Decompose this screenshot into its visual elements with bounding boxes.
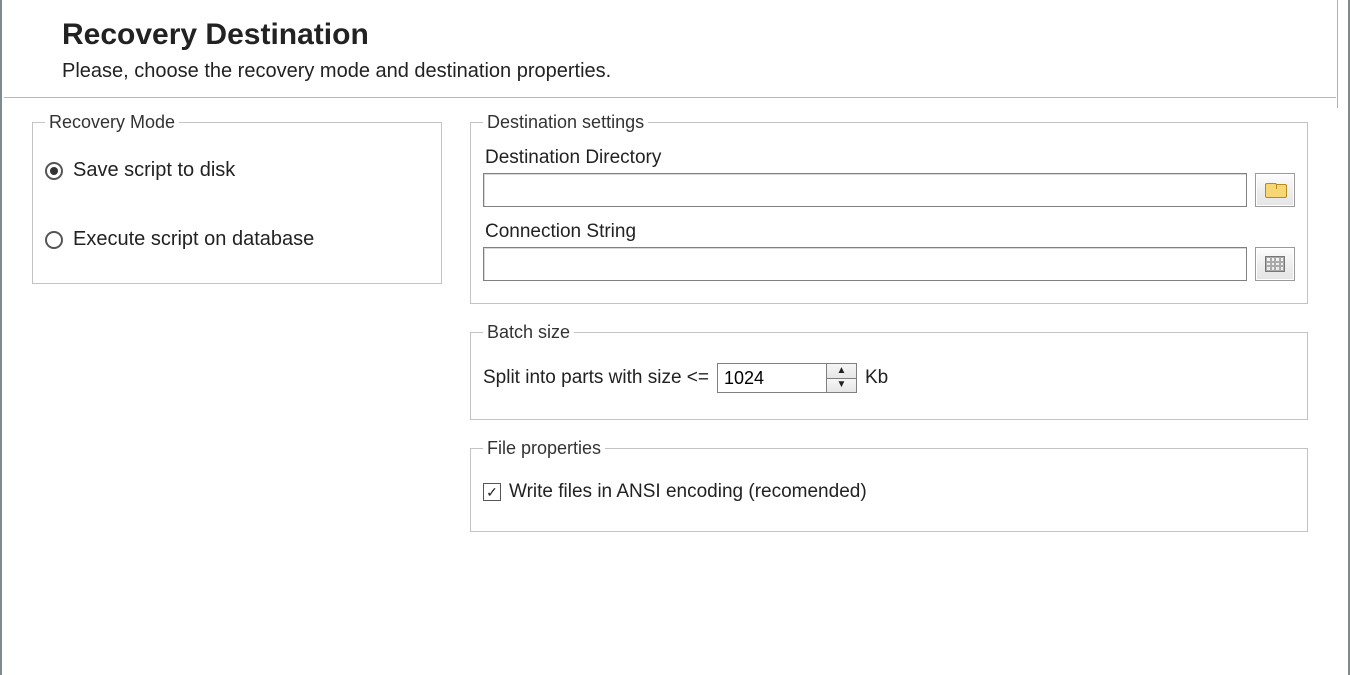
file-properties-legend: File properties: [483, 438, 605, 459]
radio-label: Execute script on database: [73, 228, 314, 251]
destination-directory-input[interactable]: [483, 173, 1247, 207]
radio-save-script-to-disk[interactable]: Save script to disk: [45, 159, 429, 182]
checkbox-icon: ✓: [483, 483, 501, 501]
radio-execute-on-database[interactable]: Execute script on database: [45, 228, 429, 251]
spinner-down-button[interactable]: ▼: [827, 378, 856, 393]
page-title: Recovery Destination: [62, 18, 1348, 52]
radio-label: Save script to disk: [73, 159, 235, 182]
recovery-mode-group: Recovery Mode Save script to disk Execut…: [32, 112, 442, 284]
connection-string-label: Connection String: [485, 221, 1295, 243]
connection-builder-button[interactable]: [1255, 247, 1295, 281]
radio-icon: [45, 162, 63, 180]
batch-unit-label: Kb: [865, 367, 888, 389]
folder-icon: [1265, 183, 1285, 198]
page-subtitle: Please, choose the recovery mode and des…: [62, 60, 1348, 83]
destination-directory-row: [483, 173, 1295, 207]
ansi-encoding-label: Write files in ANSI encoding (recomended…: [509, 481, 867, 503]
wizard-panel: Recovery Destination Please, choose the …: [0, 0, 1350, 675]
destination-settings-group: Destination settings Destination Directo…: [470, 112, 1308, 304]
connection-string-input[interactable]: [483, 247, 1247, 281]
recovery-mode-legend: Recovery Mode: [45, 112, 179, 133]
connection-string-row: [483, 247, 1295, 281]
batch-size-input[interactable]: [718, 364, 826, 392]
file-properties-group: File properties ✓ Write files in ANSI en…: [470, 438, 1308, 532]
content-area: Recovery Mode Save script to disk Execut…: [2, 98, 1348, 550]
batch-line: Split into parts with size <= ▲ ▼ Kb: [483, 357, 1295, 399]
batch-size-group: Batch size Split into parts with size <=…: [470, 322, 1308, 420]
batch-prefix-text: Split into parts with size <=: [483, 367, 709, 389]
batch-size-legend: Batch size: [483, 322, 574, 343]
grid-icon: [1265, 256, 1285, 272]
left-column: Recovery Mode Save script to disk Execut…: [32, 112, 442, 302]
spinner-up-button[interactable]: ▲: [827, 364, 856, 378]
destination-directory-label: Destination Directory: [485, 147, 1295, 169]
header-area: Recovery Destination Please, choose the …: [2, 0, 1348, 83]
browse-directory-button[interactable]: [1255, 173, 1295, 207]
ansi-encoding-checkbox[interactable]: ✓ Write files in ANSI encoding (recomend…: [483, 473, 1295, 511]
destination-settings-legend: Destination settings: [483, 112, 648, 133]
batch-size-spinner[interactable]: ▲ ▼: [717, 363, 857, 393]
radio-icon: [45, 231, 63, 249]
spinner-buttons: ▲ ▼: [826, 364, 856, 392]
right-column: Destination settings Destination Directo…: [470, 112, 1308, 550]
